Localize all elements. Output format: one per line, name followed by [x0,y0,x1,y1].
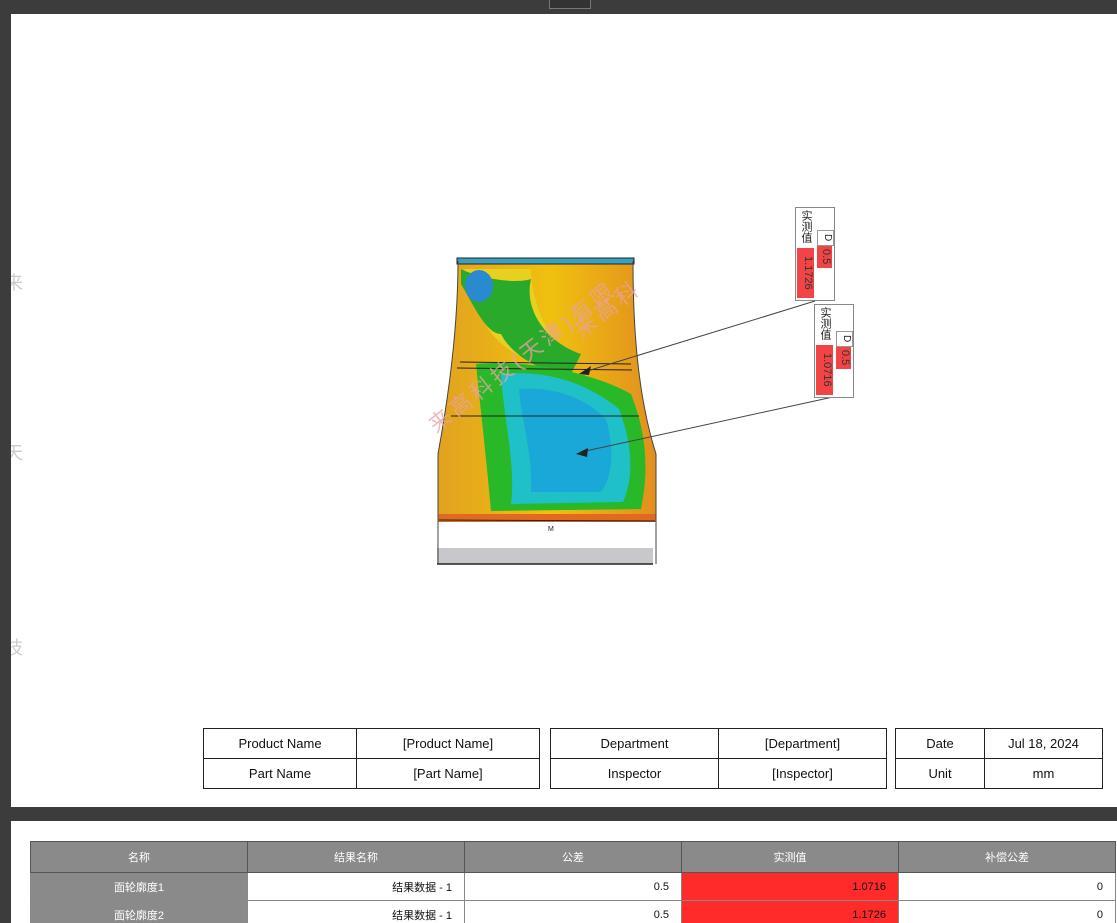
callout-tolerance: 0.5 [836,347,851,369]
product-name-value: [Product Name] [356,728,540,759]
callout-symbol: D [836,331,853,347]
watermark-edge: 来 [11,273,23,293]
table-row[interactable]: 面轮廓度2 结果数据 - 1 0.5 1.1726 0 [30,900,1116,923]
unit-label: Unit [895,758,985,789]
row-compensation: 0 [898,900,1116,923]
callout-tolerance: 0.5 [817,246,832,268]
callout-value: 1.1726 [797,248,814,298]
callout-value: 1.0716 [816,345,833,395]
row-name: 面轮廓度1 [30,872,248,901]
inspector-value: [Inspector] [718,758,887,789]
watermark-edge: 技 [11,638,23,658]
toolbar-tab[interactable] [549,0,591,9]
department-value: [Department] [718,728,887,759]
part-name-label: Part Name [203,758,357,789]
part-name-value: [Part Name] [356,758,540,789]
row-result: 结果数据 - 1 [247,872,465,901]
inspector-label: Inspector [550,758,719,789]
unit-value: mm [984,758,1103,789]
callout-label: 实测值 [800,210,812,243]
colormap-3d-model: M [437,257,834,565]
results-table: 名称 结果名称 公差 实测值 补偿公差 面轮廓度1 结果数据 - 1 0.5 1… [30,841,1116,923]
header-result-name: 结果名称 [247,841,465,873]
product-name-label: Product Name [203,728,357,759]
measurement-callout[interactable]: 实测值 1.0716 D 0.5 [814,304,854,398]
row-result: 结果数据 - 1 [247,900,465,923]
product-info-table: Product Name [Product Name] Part Name [P… [203,728,540,789]
department-label: Department [550,728,719,759]
row-compensation: 0 [898,872,1116,901]
header-measured: 实测值 [681,841,899,873]
header-name: 名称 [30,841,248,873]
date-value: Jul 18, 2024 [984,728,1103,759]
row-measured: 1.0716 [681,872,899,901]
measurement-callout[interactable]: 实测值 1.1726 D 0.5 [795,207,835,301]
viewer-toolbar [0,0,1117,14]
department-info-table: Department [Department] Inspector [Inspe… [550,728,887,789]
row-name: 面轮廓度2 [30,900,248,923]
svg-text:M: M [548,526,554,533]
callout-symbol: D [817,230,834,246]
watermark-edge: 天 [11,443,23,463]
header-tolerance: 公差 [464,841,682,873]
header-compensation: 补偿公差 [898,841,1116,873]
row-measured: 1.1726 [681,900,899,923]
date-label: Date [895,728,985,759]
table-row[interactable]: 面轮廓度1 结果数据 - 1 0.5 1.0716 0 [30,872,1116,901]
date-info-table: Date Jul 18, 2024 Unit mm [895,728,1103,789]
row-tolerance: 0.5 [464,872,682,901]
row-tolerance: 0.5 [464,900,682,923]
report-page-1: M 来高科技(天津)有限 来高科 来 天 技 实测值 1.1726 D 0.5 … [11,14,1117,807]
report-page-2: 名称 结果名称 公差 实测值 补偿公差 面轮廓度1 结果数据 - 1 0.5 1… [11,821,1117,923]
callout-label: 实测值 [819,307,831,340]
